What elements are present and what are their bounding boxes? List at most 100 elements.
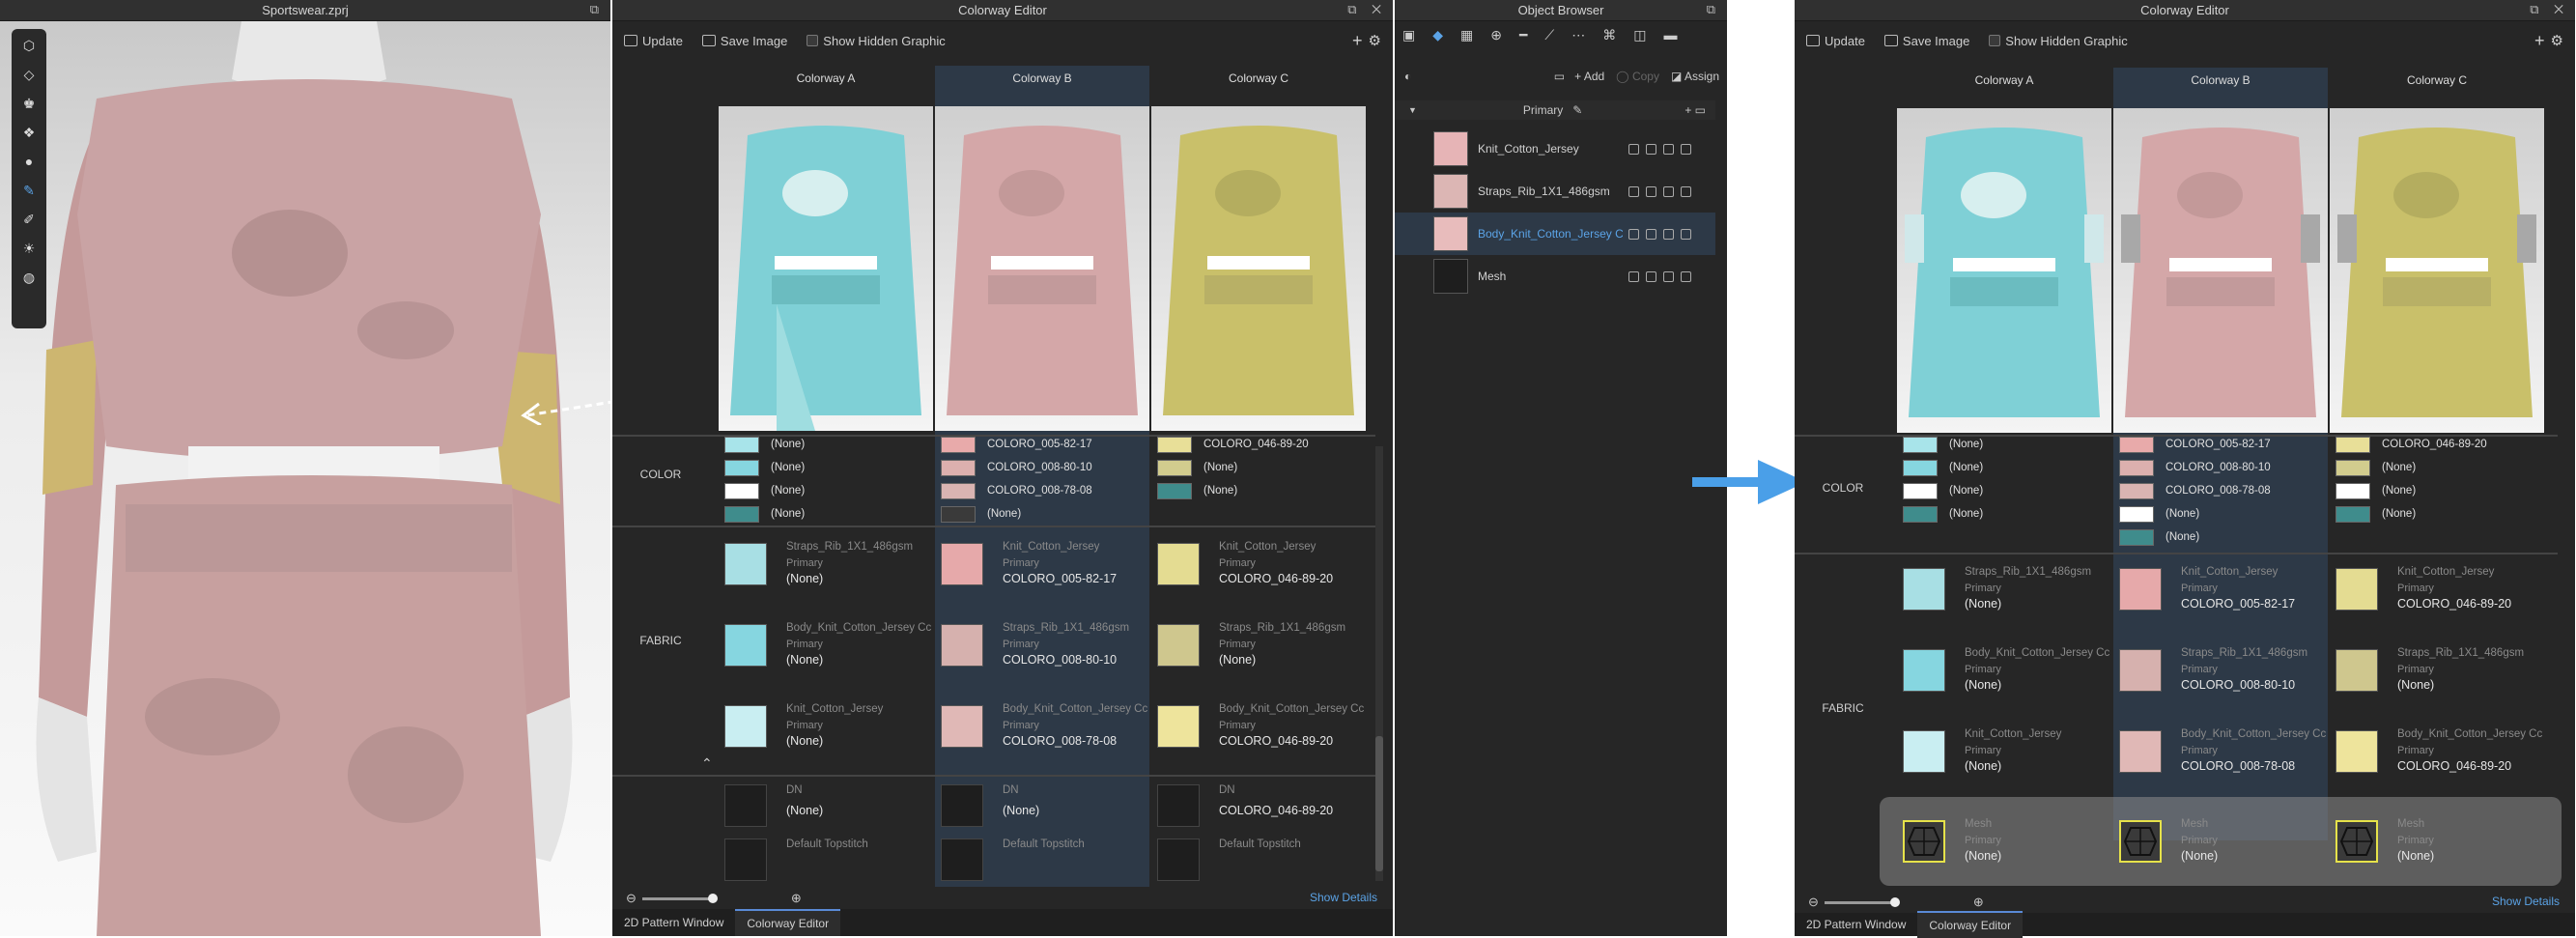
avatar-icon[interactable]: ●: [16, 149, 42, 174]
cube-icon[interactable]: ⬡: [16, 33, 42, 58]
mesh-thumbnail[interactable]: [2119, 820, 2162, 863]
fabric-thumbnail[interactable]: [2335, 649, 2378, 692]
globe-icon[interactable]: ◍: [16, 265, 42, 290]
cube-outline-icon[interactable]: ◇: [16, 62, 42, 87]
gear-icon[interactable]: ⚙: [2551, 32, 2563, 49]
colorway-b-header[interactable]: Colorway B: [935, 66, 1149, 91]
color-swatch[interactable]: [1157, 437, 1192, 453]
group-header[interactable]: ▼ Primary ✎ + ▭: [1395, 100, 1715, 120]
color-swatch[interactable]: [941, 437, 976, 453]
copy-icon[interactable]: [1646, 270, 1656, 282]
update-button[interactable]: Update: [624, 34, 683, 48]
show-details-link[interactable]: Show Details: [1310, 891, 1377, 904]
brush-icon[interactable]: ✎: [16, 178, 42, 203]
fabric-thumbnail[interactable]: [1903, 730, 1945, 773]
color-swatch[interactable]: [724, 483, 759, 499]
gear-icon[interactable]: ⚙: [1369, 32, 1381, 49]
zoom-in-icon[interactable]: ⊕: [791, 891, 802, 906]
colorway-b-header[interactable]: Colorway B: [2113, 68, 2328, 93]
fabric-list-item[interactable]: Body_Knit_Cotton_Jersey Cc: [1395, 213, 1715, 255]
fabric-thumbnail[interactable]: [2335, 568, 2378, 611]
color-swatch[interactable]: [2119, 506, 2154, 523]
fabric-thumbnail[interactable]: [1903, 649, 1945, 692]
colorway-a-header[interactable]: Colorway A: [1897, 68, 2111, 93]
color-swatch[interactable]: [2119, 460, 2154, 476]
color-swatch[interactable]: [2335, 437, 2370, 453]
copy-button[interactable]: ◯ Copy: [1616, 70, 1659, 83]
garment-pieces-icon[interactable]: ❖: [16, 120, 42, 145]
edit-icon[interactable]: ✎: [1572, 103, 1582, 117]
color-swatch[interactable]: [941, 506, 976, 523]
copy-icon[interactable]: [1646, 143, 1656, 155]
color-swatch[interactable]: [941, 460, 976, 476]
fabric-thumbnail[interactable]: [1903, 568, 1945, 611]
window-controls[interactable]: ⧉ ✕: [1347, 2, 1387, 17]
fabric-thumbnail[interactable]: [1157, 705, 1200, 748]
fabric-thumbnail[interactable]: [1433, 216, 1468, 251]
colorway-c-header[interactable]: Colorway C: [2330, 68, 2544, 93]
tab-colorway-editor[interactable]: Colorway Editor: [735, 909, 841, 936]
duplicate-icon[interactable]: [1681, 185, 1691, 197]
duplicate-icon[interactable]: [1681, 228, 1691, 240]
color-swatch[interactable]: [1157, 460, 1192, 476]
buttonhole-icon[interactable]: ━: [1519, 27, 1527, 43]
add-icon[interactable]: + ▭: [1684, 103, 1706, 117]
add-icon[interactable]: [1628, 185, 1639, 197]
show-hidden-graphic-toggle[interactable]: Show Hidden Graphic: [1989, 34, 2128, 48]
fabric-thumbnail[interactable]: [941, 705, 983, 748]
fabric-thumbnail[interactable]: [941, 624, 983, 667]
fabric-thumbnail[interactable]: [1433, 174, 1468, 209]
mesh-thumbnail[interactable]: [1903, 820, 1945, 863]
tab-2d-pattern-window[interactable]: 2D Pattern Window: [612, 909, 735, 936]
tab-colorway-editor[interactable]: Colorway Editor: [1917, 911, 2024, 938]
fabric-list-item[interactable]: Mesh: [1395, 255, 1715, 298]
mesh-thumbnail[interactable]: [2335, 820, 2378, 863]
fabric-thumbnail[interactable]: [1157, 624, 1200, 667]
add-icon[interactable]: [1628, 228, 1639, 240]
colorway-c-preview[interactable]: [2330, 108, 2544, 433]
save-image-button[interactable]: Save Image: [701, 34, 787, 48]
colorway-c-header[interactable]: Colorway C: [1151, 66, 1366, 91]
folder-icon[interactable]: ▭: [1554, 70, 1565, 83]
graphic-icon[interactable]: ⌘: [1602, 27, 1616, 43]
graphic-thumbnail[interactable]: [941, 784, 983, 827]
zoom-slider[interactable]: [1824, 896, 1900, 907]
graphic-thumbnail[interactable]: [724, 784, 767, 827]
filter-icon[interactable]: ◐: [1404, 70, 1411, 83]
graphic-thumbnail[interactable]: [1157, 784, 1200, 827]
pen-icon[interactable]: ✐: [16, 207, 42, 232]
collapse-up-icon[interactable]: ⌃: [701, 755, 713, 772]
fabric-thumbnail[interactable]: [1157, 543, 1200, 585]
zoom-in-icon[interactable]: ⊕: [1973, 895, 1984, 910]
3d-viewport[interactable]: [0, 21, 610, 936]
color-swatch[interactable]: [1157, 483, 1192, 499]
graphic-thumbnail[interactable]: [941, 839, 983, 881]
zoom-out-icon[interactable]: ⊖: [1808, 895, 1819, 910]
color-swatch[interactable]: [2119, 483, 2154, 499]
color-swatch[interactable]: [724, 506, 759, 523]
fabric-thumbnail[interactable]: [724, 543, 767, 585]
topstitch-icon[interactable]: ⟋: [1544, 27, 1554, 43]
update-button[interactable]: Update: [1806, 34, 1865, 48]
more-icon[interactable]: ▬: [1663, 27, 1677, 43]
assign-button[interactable]: ◪ Assign: [1671, 70, 1719, 83]
save-icon[interactable]: [1663, 228, 1674, 240]
fabric-thumbnail[interactable]: [724, 624, 767, 667]
zoom-out-icon[interactable]: ⊖: [626, 891, 637, 906]
fabric-thumbnail[interactable]: [2119, 649, 2162, 692]
zoom-control[interactable]: ⊖ ⊕: [626, 886, 802, 911]
show-hidden-graphic-toggle[interactable]: Show Hidden Graphic: [807, 34, 946, 48]
color-swatch[interactable]: [1903, 506, 1938, 523]
save-icon[interactable]: [1663, 270, 1674, 282]
zipper-icon[interactable]: ⋯: [1571, 27, 1585, 43]
shirt-icon[interactable]: ♚: [16, 91, 42, 116]
checkbox[interactable]: [807, 35, 819, 46]
color-swatch[interactable]: [2335, 483, 2370, 499]
button-icon[interactable]: ⊕: [1490, 27, 1502, 43]
fabric-thumbnail[interactable]: [2119, 730, 2162, 773]
duplicate-icon[interactable]: [1681, 270, 1691, 282]
fabric-thumbnail[interactable]: [941, 543, 983, 585]
graphic-thumbnail[interactable]: [1157, 839, 1200, 881]
add-button[interactable]: + Add: [1574, 70, 1604, 83]
colorway-a-preview[interactable]: [719, 106, 933, 431]
